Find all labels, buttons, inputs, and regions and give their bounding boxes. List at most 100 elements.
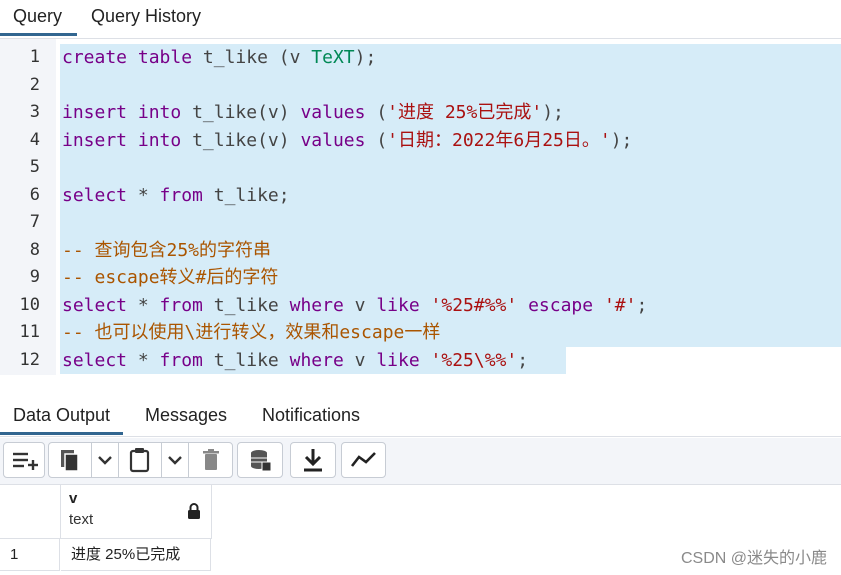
- selection-highlight: [60, 209, 841, 237]
- code-line[interactable]: 4 insert into t_like(v) values ('日期：2022年…: [0, 126, 841, 154]
- code-token: ;: [517, 349, 529, 371]
- code-line[interactable]: 2: [0, 71, 841, 99]
- code-token: create: [62, 47, 128, 68]
- code-line[interactable]: 10 select * from t_like where v like '%25…: [0, 291, 841, 319]
- code-text: -- 也可以使用\进行转义，效果和escape一样: [62, 319, 440, 346]
- add-row-button[interactable]: [3, 442, 45, 478]
- code-token: table: [137, 47, 193, 68]
- code-token: select: [62, 184, 128, 206]
- download-button[interactable]: [290, 442, 336, 478]
- line-number: 4: [29, 129, 40, 150]
- code-line[interactable]: 12 select * from t_like where v like '%25…: [0, 346, 841, 374]
- code-line[interactable]: 1 create table t_like (v TeXT);: [0, 44, 841, 72]
- code-token: '进度 25%已完成': [387, 102, 543, 123]
- line-number: 3: [29, 102, 40, 122]
- add-row-icon: [13, 452, 38, 470]
- graph-visualiser-button[interactable]: [341, 442, 386, 478]
- code-token: into: [137, 129, 182, 151]
- code-token: *: [127, 184, 160, 206]
- copy-dropdown-button[interactable]: [91, 443, 118, 477]
- code-text: create table t_like (v TeXT);: [62, 44, 376, 71]
- copy-dropdown-icon: [98, 456, 112, 465]
- code-token: insert: [62, 129, 128, 151]
- code-token: -- escape转义#后的字符: [62, 267, 279, 288]
- paste-dropdown-button[interactable]: [161, 443, 188, 477]
- tab-messages[interactable]: Messages: [145, 396, 227, 434]
- code-token: -- 查询包含25%的字符串: [62, 239, 272, 261]
- line-number: 6: [29, 184, 40, 205]
- code-token: '日期：2022年6月25日。': [387, 129, 611, 151]
- paste-icon: [129, 448, 150, 473]
- sql-editor[interactable]: 1 create table t_like (v TeXT); 2 3 insert i…: [0, 39, 841, 375]
- code-token: '#': [603, 294, 637, 316]
- edit-button-group: [48, 442, 233, 478]
- code-token: like: [376, 294, 420, 316]
- code-line[interactable]: 9 -- escape转义#后的字符: [0, 264, 841, 292]
- code-token: '%25\%%': [430, 349, 518, 371]
- code-token: from: [159, 184, 203, 206]
- line-number: 11: [19, 322, 40, 342]
- graph-icon: [350, 452, 376, 467]
- code-token: like: [376, 349, 420, 371]
- code-token: from: [159, 294, 203, 316]
- code-token: t_like: [202, 349, 290, 371]
- code-token: values: [300, 102, 366, 123]
- column-type: text: [69, 511, 94, 528]
- code-token: );: [354, 47, 377, 68]
- delete-button[interactable]: [188, 443, 233, 477]
- query-tabs: Query Query History: [0, 0, 841, 39]
- selection-highlight: [60, 71, 841, 99]
- code-line[interactable]: 3 insert into t_like(v) values ('进度 25%已完…: [0, 99, 841, 127]
- copy-button[interactable]: [49, 443, 91, 477]
- code-line[interactable]: 6 select * from t_like;: [0, 181, 841, 209]
- data-output-toolbar: [0, 438, 841, 485]
- code-text: insert into t_like(v) values ('进度 25%已完成…: [62, 99, 564, 126]
- lock-icon: [188, 503, 200, 519]
- delete-icon: [203, 449, 219, 470]
- code-token: '%25#%%': [430, 294, 518, 316]
- code-token: t_like(v): [181, 102, 301, 123]
- code-text: select * from t_like;: [62, 182, 290, 209]
- code-token: t_like: [202, 294, 290, 316]
- code-token: );: [542, 102, 564, 123]
- code-token: t_like(v): [181, 129, 301, 151]
- code-token: v: [289, 47, 312, 68]
- paste-dropdown-icon: [168, 456, 182, 465]
- download-icon: [304, 449, 322, 472]
- grid-corner[interactable]: [0, 485, 61, 539]
- row-number[interactable]: 1: [0, 539, 60, 571]
- table-cell[interactable]: 进度 25%已完成: [61, 539, 211, 571]
- column-header-v[interactable]: v text: [61, 485, 212, 539]
- tab-query-history[interactable]: Query History: [91, 0, 201, 36]
- code-line[interactable]: 5: [0, 154, 841, 182]
- code-token: t_like (: [192, 47, 290, 68]
- code-token: *: [127, 349, 160, 371]
- code-token: select: [62, 294, 128, 316]
- code-line[interactable]: 7: [0, 209, 841, 237]
- code-line[interactable]: 8 -- 查询包含25%的字符串: [0, 236, 841, 264]
- tab-query[interactable]: Query: [0, 0, 77, 36]
- paste-button[interactable]: [118, 443, 161, 477]
- watermark: CSDN @迷失的小鹿: [680, 550, 827, 567]
- line-number: 10: [19, 294, 40, 315]
- code-token: insert: [62, 102, 128, 123]
- save-data-icon: [251, 450, 272, 472]
- code-token: from: [159, 349, 203, 371]
- code-token: select: [62, 349, 128, 371]
- column-name: v: [69, 490, 78, 507]
- code-line[interactable]: 11 -- 也可以使用\进行转义，效果和escape一样: [0, 319, 841, 347]
- code-token: -- 也可以使用\进行转义，效果和escape一样: [62, 322, 441, 343]
- line-number: 1: [29, 47, 40, 67]
- save-data-button[interactable]: [237, 442, 283, 478]
- line-number: 8: [29, 239, 40, 260]
- code-token: where: [289, 294, 344, 316]
- tab-notifications[interactable]: Notifications: [262, 396, 360, 434]
- code-text: -- escape转义#后的字符: [62, 264, 278, 291]
- tab-data-output[interactable]: Data Output: [0, 396, 124, 435]
